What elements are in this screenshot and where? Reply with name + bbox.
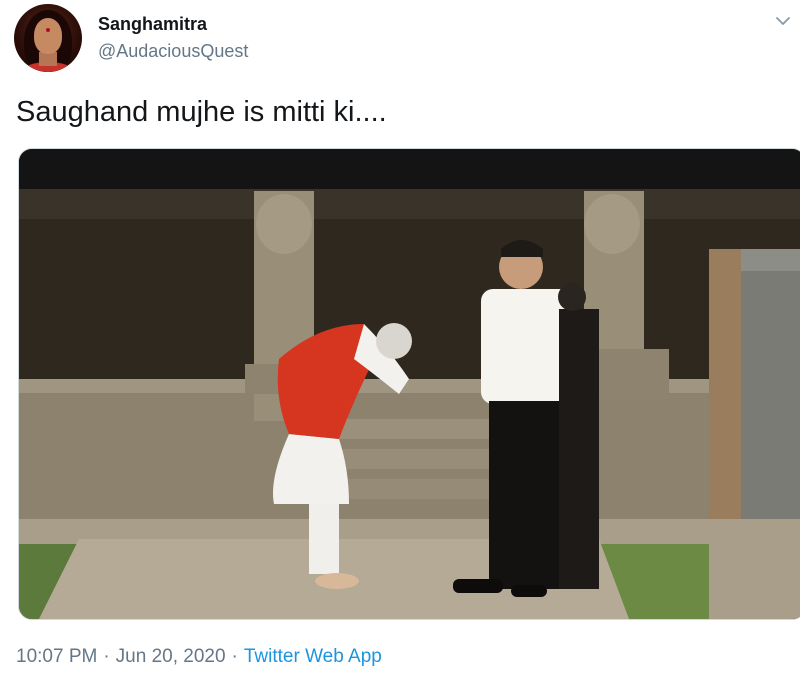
source-app-link[interactable]: Twitter Web App <box>244 646 382 667</box>
tweet-time[interactable]: 10:07 PM <box>16 646 97 667</box>
photo-scene <box>19 149 800 619</box>
author-display-name[interactable]: Sanghamitra <box>98 14 207 35</box>
meta-separator: · <box>231 646 238 667</box>
meta-separator: · <box>103 646 110 667</box>
tweet-date[interactable]: Jun 20, 2020 <box>116 646 226 667</box>
tweet-photo[interactable] <box>18 148 800 620</box>
chevron-down-icon[interactable] <box>774 12 792 30</box>
tweet-text: Saughand mujhe is mitti ki.... <box>16 96 387 128</box>
author-avatar[interactable] <box>14 4 82 72</box>
tweet-metadata: 10:07 PM · Jun 20, 2020 · Twitter Web App <box>16 646 382 668</box>
avatar-bindi <box>46 28 50 32</box>
author-handle[interactable]: @AudaciousQuest <box>98 41 248 62</box>
avatar-face <box>34 18 62 54</box>
avatar-neck <box>39 52 57 66</box>
